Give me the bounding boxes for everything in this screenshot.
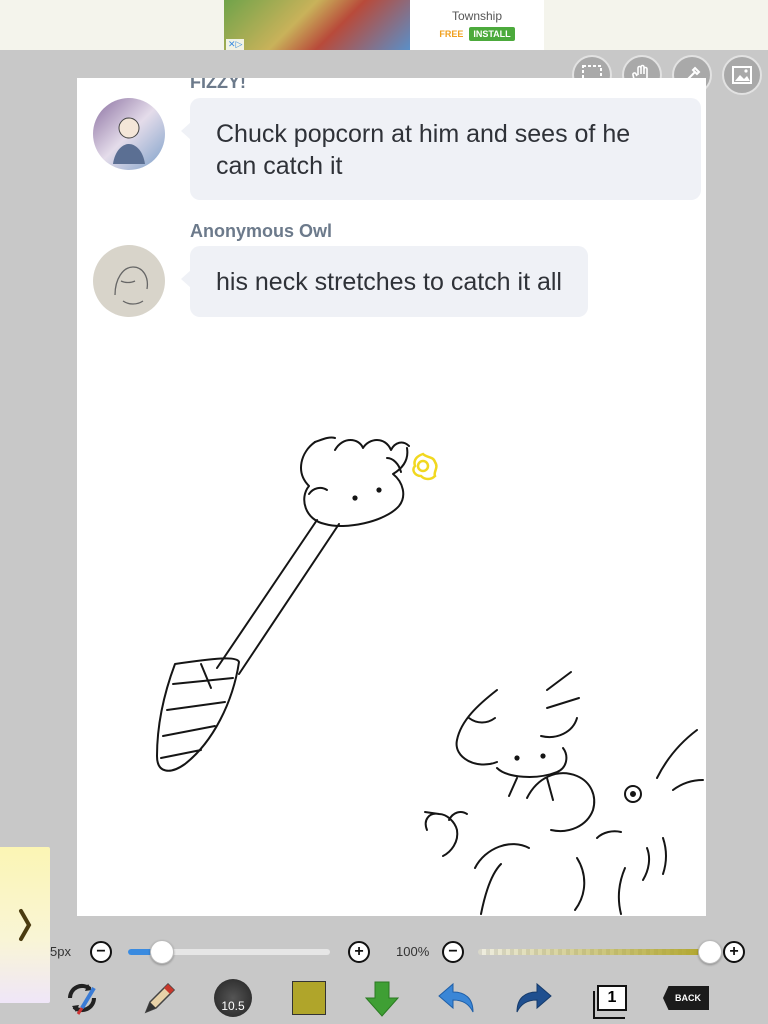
ad-choices-icon[interactable]: ✕▷ bbox=[226, 39, 245, 50]
sketch-layer bbox=[156, 436, 704, 915]
ad-free-label: FREE bbox=[439, 29, 464, 39]
brush-size-label: 5px bbox=[50, 944, 71, 959]
zoom-label: 100% bbox=[396, 944, 430, 959]
ad-install-button[interactable]: INSTALL bbox=[469, 27, 515, 41]
brush-size-value: 10.5 bbox=[214, 979, 252, 1017]
opacity-increase-button[interactable]: + bbox=[723, 941, 745, 963]
ad-strip: ✕▷ Township FREE INSTALL bbox=[0, 0, 768, 50]
back-button[interactable]: BACK bbox=[663, 976, 709, 1020]
opacity-knob[interactable] bbox=[698, 940, 722, 964]
layer-count: 1 bbox=[593, 985, 627, 1019]
brush-size-knob[interactable] bbox=[150, 940, 174, 964]
brush-settings-icon[interactable] bbox=[60, 976, 104, 1020]
bottom-toolbar: 10.5 1 BACK bbox=[0, 972, 768, 1024]
ad-info[interactable]: Township FREE INSTALL bbox=[410, 0, 544, 50]
brush-size-indicator[interactable]: 10.5 bbox=[211, 976, 255, 1020]
brush-size-decrease-button[interactable]: − bbox=[90, 941, 112, 963]
opacity-fill bbox=[478, 949, 710, 955]
slider-row: 5px − + 100% − + bbox=[0, 936, 768, 970]
ad-image[interactable]: ✕▷ bbox=[224, 0, 410, 50]
drawing-canvas[interactable]: FIZZY! Chuck popcorn at him and sees of … bbox=[77, 78, 706, 916]
redo-icon[interactable] bbox=[510, 976, 554, 1020]
opacity-decrease-button[interactable]: − bbox=[442, 941, 464, 963]
brush-size-slider[interactable] bbox=[128, 940, 330, 964]
ad-title: Township bbox=[451, 9, 503, 23]
back-label: BACK bbox=[663, 986, 709, 1010]
undo-icon[interactable] bbox=[436, 976, 480, 1020]
layers-button[interactable]: 1 bbox=[590, 976, 634, 1020]
opacity-slider[interactable] bbox=[478, 940, 722, 964]
pencil-icon[interactable] bbox=[136, 976, 180, 1020]
color-picker-button[interactable] bbox=[287, 976, 331, 1020]
current-color-swatch bbox=[292, 981, 326, 1015]
ad-banner[interactable]: ✕▷ Township FREE INSTALL bbox=[224, 0, 544, 50]
image-icon[interactable] bbox=[722, 55, 762, 95]
brush-size-increase-button[interactable]: + bbox=[348, 941, 370, 963]
save-download-icon[interactable] bbox=[360, 976, 404, 1020]
